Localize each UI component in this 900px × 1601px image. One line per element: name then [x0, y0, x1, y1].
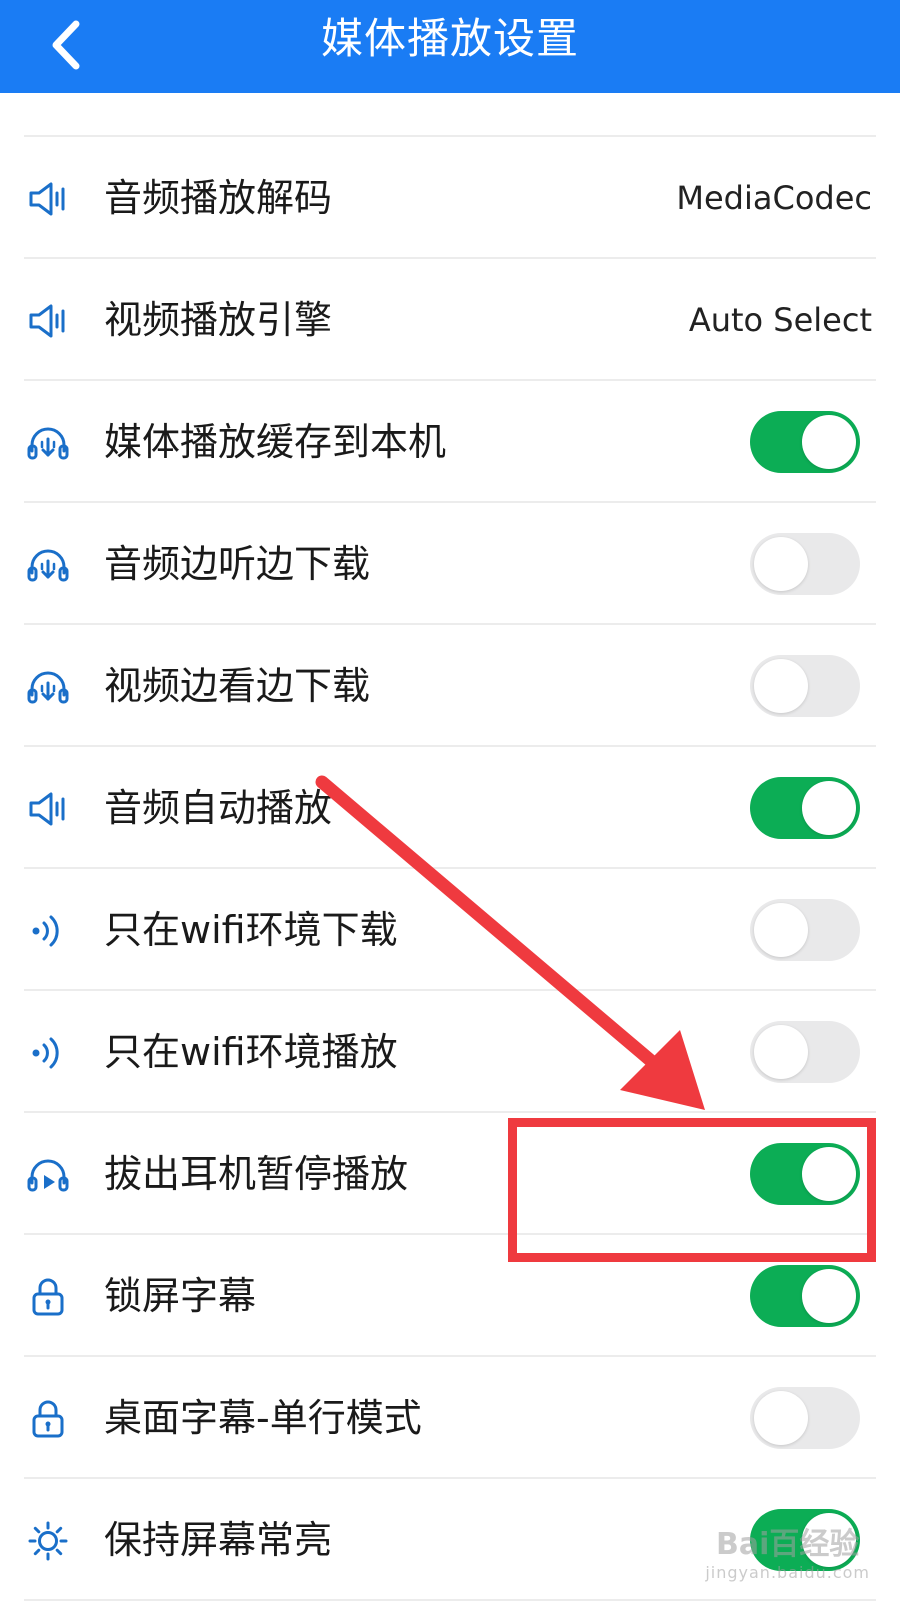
- toggle-knob: [754, 537, 808, 591]
- speaker-icon: [26, 787, 70, 831]
- setting-label: 音频边听边下载: [104, 542, 371, 586]
- setting-label: 视频边看边下载: [104, 664, 371, 708]
- settings-list: 音频播放解码 MediaCodec 视频播放引擎 Auto Select 媒体播放缓…: [0, 93, 900, 1601]
- annotation-highlight-box: [508, 1118, 876, 1262]
- setting-label: 音频播放解码: [104, 176, 333, 220]
- settings-row[interactable]: 媒体播放缓存到本机: [0, 381, 900, 503]
- watermark-url: jingyan.baidu.com: [705, 1563, 870, 1582]
- setting-value[interactable]: MediaCodec: [676, 137, 872, 259]
- toggle-switch[interactable]: [750, 777, 860, 839]
- setting-label: 视频播放引擎: [104, 298, 333, 342]
- watermark-brand: Bai百经验: [715, 1527, 860, 1562]
- toggle-knob: [754, 1391, 808, 1445]
- settings-row[interactable]: 视频播放引擎 Auto Select: [0, 259, 900, 381]
- toggle-knob: [754, 903, 808, 957]
- settings-row[interactable]: 视频边看边下载: [0, 625, 900, 747]
- settings-row[interactable]: 只在wifi环境播放: [0, 991, 900, 1113]
- settings-row[interactable]: 桌面字幕-单行模式: [0, 1357, 900, 1479]
- headphones-download-icon: [26, 665, 70, 709]
- setting-label: 锁屏字幕: [104, 1274, 257, 1318]
- setting-label: 拔出耳机暂停播放: [104, 1152, 409, 1196]
- toggle-knob: [802, 781, 856, 835]
- setting-label: 音频自动播放: [104, 786, 333, 830]
- page-title: 媒体播放设置: [320, 14, 579, 63]
- toggle-switch[interactable]: [750, 1387, 860, 1449]
- setting-label: 只在wifi环境播放: [104, 1030, 398, 1074]
- toggle-switch[interactable]: [750, 411, 860, 473]
- toggle-switch[interactable]: [750, 899, 860, 961]
- setting-label: 只在wifi环境下载: [104, 908, 398, 952]
- toggle-knob: [754, 659, 808, 713]
- settings-row[interactable]: 音频自动播放: [0, 747, 900, 869]
- toggle-switch[interactable]: [750, 1021, 860, 1083]
- toggle-knob: [802, 1269, 856, 1323]
- watermark: Bai百经验 jingyan.baidu.com: [705, 1519, 870, 1582]
- toggle-switch[interactable]: [750, 655, 860, 717]
- settings-row[interactable]: 音频播放解码 MediaCodec: [0, 137, 900, 259]
- setting-value[interactable]: Auto Select: [689, 259, 872, 381]
- headphones-download-icon: [26, 421, 70, 465]
- settings-row[interactable]: 音频边听边下载: [0, 503, 900, 625]
- toggle-switch[interactable]: [750, 533, 860, 595]
- signal-waves-icon: [26, 909, 70, 953]
- setting-label: 桌面字幕-单行模式: [104, 1396, 422, 1440]
- lock-icon: [26, 1275, 70, 1319]
- settings-row[interactable]: 只在wifi环境下载: [0, 869, 900, 991]
- setting-label: 媒体播放缓存到本机: [104, 420, 447, 464]
- headphones-download-icon: [26, 543, 70, 587]
- toggle-knob: [802, 415, 856, 469]
- toggle-switch[interactable]: [750, 1265, 860, 1327]
- lock-icon: [26, 1397, 70, 1441]
- signal-waves-icon: [26, 1031, 70, 1075]
- toggle-knob: [754, 1025, 808, 1079]
- app-header: 媒体播放设置: [0, 0, 900, 93]
- speaker-icon: [26, 177, 70, 221]
- setting-label: 保持屏幕常亮: [104, 1518, 333, 1562]
- speaker-icon: [26, 299, 70, 343]
- sun-icon: [26, 1519, 70, 1563]
- headphones-play-icon: [26, 1153, 70, 1197]
